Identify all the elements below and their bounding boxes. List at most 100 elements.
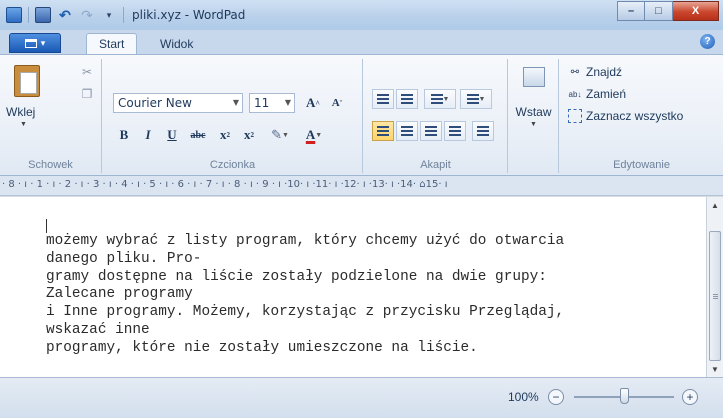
help-icon[interactable]: ?: [700, 34, 715, 49]
cut-icon[interactable]: ✂: [80, 65, 94, 79]
ribbon-tab-row: ▾ Start Widok ?: [0, 30, 723, 54]
text-caret: [46, 219, 47, 233]
justify-icon: [449, 126, 461, 136]
title-bar: ↶ ↷ ▾ pliki.xyz - WordPad – □ X: [0, 0, 723, 30]
paste-icon[interactable]: [14, 65, 40, 97]
chevron-down-icon: ▼: [281, 131, 289, 139]
highlight-color-button[interactable]: ✎ ▼: [265, 125, 295, 145]
strikethrough-button[interactable]: abc: [185, 125, 211, 145]
save-icon[interactable]: [35, 7, 51, 23]
select-all-icon: [568, 109, 582, 123]
wordpad-app-icon[interactable]: [6, 7, 22, 23]
decrease-indent-button[interactable]: [372, 89, 394, 109]
zoom-out-button[interactable]: −: [548, 389, 564, 405]
align-center-button[interactable]: [396, 121, 418, 141]
italic-button[interactable]: I: [139, 125, 157, 145]
vertical-scrollbar[interactable]: ▲ ▼: [706, 197, 723, 377]
shrink-font-button[interactable]: Aˇ: [327, 93, 347, 113]
replace-label: Zamień: [586, 87, 627, 101]
increase-indent-button[interactable]: [396, 89, 418, 109]
underline-button[interactable]: U: [163, 125, 181, 145]
chevron-down-icon: ▼: [232, 98, 239, 107]
document-line: gramy dostępne na liście zostały podziel…: [46, 268, 547, 285]
chevron-down-icon: ▼: [478, 95, 486, 103]
zoom-level-label: 100%: [508, 390, 539, 404]
clipboard-group: Wklej ▼ ✂ ❐ Schowek: [0, 59, 102, 173]
document-line: możemy wybrać z listy program, który chc…: [46, 233, 565, 249]
customize-toolbar-icon[interactable]: ▾: [101, 7, 117, 23]
redo-icon[interactable]: ↷: [79, 7, 95, 23]
document-line: Zalecane programy: [46, 286, 193, 303]
bullet-list-icon: [430, 94, 443, 104]
undo-icon[interactable]: ↶: [57, 7, 73, 23]
line-spacing-button[interactable]: ▼: [460, 89, 492, 109]
paragraph-icon: [477, 126, 489, 136]
grow-font-label: A: [305, 95, 316, 110]
grip-icon: [713, 294, 718, 300]
scroll-up-icon[interactable]: ▲: [707, 197, 723, 213]
align-right-button[interactable]: [420, 121, 442, 141]
copy-icon[interactable]: ❐: [80, 87, 94, 101]
paste-dropdown-icon[interactable]: ▼: [20, 121, 27, 128]
paste-button[interactable]: Wklej: [6, 105, 35, 119]
document-line: programy, które nie zostały umieszczone …: [46, 339, 478, 356]
document-line: i Inne programy. Możemy, korzystając z p…: [46, 304, 565, 321]
align-left-icon: [377, 126, 389, 136]
line-spacing-icon: [466, 94, 479, 104]
zoom-in-button[interactable]: +: [682, 389, 698, 405]
font-color-button[interactable]: A ▼: [299, 125, 329, 145]
chevron-down-icon: ▼: [315, 131, 323, 139]
window-title: pliki.xyz - WordPad: [132, 8, 246, 22]
document-text[interactable]: możemy wybrać z listy program, który chc…: [46, 233, 686, 358]
find-button[interactable]: ⚯ Znajdź: [568, 65, 622, 79]
font-size-select[interactable]: 11 ▼: [249, 93, 295, 113]
replace-button[interactable]: ab↓ Zamień: [568, 87, 626, 101]
chevron-down-icon[interactable]: ▼: [530, 121, 537, 128]
dropdown-arrow-icon: ▾: [40, 37, 46, 48]
paragraph-settings-button[interactable]: [472, 121, 494, 141]
align-center-icon: [401, 126, 413, 136]
paragraph-group: ▼ ▼ Akapit: [364, 59, 508, 173]
select-all-label: Zaznacz wszystko: [586, 109, 684, 123]
document-area[interactable]: możemy wybrać z listy program, który chc…: [0, 197, 706, 377]
select-all-button[interactable]: Zaznacz wszystko: [568, 109, 683, 123]
chevron-down-icon: ▼: [284, 98, 291, 107]
tab-view[interactable]: Widok: [148, 33, 205, 54]
application-menu-button[interactable]: ▾: [9, 33, 61, 53]
justify-button[interactable]: [444, 121, 466, 141]
replace-icon: ab↓: [568, 89, 582, 99]
insert-group: Wstaw ▼: [509, 59, 559, 173]
insert-button[interactable]: Wstaw: [509, 105, 558, 119]
bold-button[interactable]: B: [115, 125, 133, 145]
insert-icon[interactable]: [523, 67, 545, 87]
zoom-slider-knob[interactable]: [620, 388, 629, 404]
status-bar: 100% − +: [0, 377, 723, 418]
scroll-down-icon[interactable]: ▼: [707, 361, 723, 377]
toolbar-separator: [123, 7, 124, 23]
editing-group-label: Edytowanie: [613, 159, 670, 171]
clipboard-group-label: Schowek: [28, 159, 73, 171]
scrollbar-thumb[interactable]: [709, 231, 721, 361]
font-group-label: Czcionka: [209, 159, 256, 171]
editing-group: ⚯ Znajdź ab↓ Zamień Zaznacz wszystko Edy…: [560, 59, 723, 173]
shrink-font-label: A: [331, 97, 340, 109]
font-family-select[interactable]: Courier New ▼: [113, 93, 243, 113]
align-right-icon: [425, 126, 437, 136]
font-group: Courier New ▼ 11 ▼ A ^ Aˇ B I U abc x2 x2…: [103, 59, 363, 173]
tab-start[interactable]: Start: [86, 33, 138, 54]
subscript-button[interactable]: x2: [215, 125, 235, 145]
maximize-button[interactable]: □: [645, 1, 673, 21]
window-controls: – □ X: [617, 1, 719, 21]
close-button[interactable]: X: [673, 1, 719, 21]
menu-icon: [24, 38, 37, 48]
increase-indent-icon: [401, 94, 413, 104]
font-size-value: 11: [254, 96, 270, 110]
document-line: wskazać inne: [46, 321, 150, 338]
grow-font-button[interactable]: A ^: [303, 93, 323, 113]
bullet-list-button[interactable]: ▼: [424, 89, 456, 109]
align-left-button[interactable]: [372, 121, 394, 141]
ruler[interactable]: · 8 · ı · 1 · ı · 2 · ı · 3 · ı · 4 · ı …: [0, 176, 723, 196]
chevron-down-icon: ▼: [442, 95, 450, 103]
minimize-button[interactable]: –: [617, 1, 645, 21]
superscript-button[interactable]: x2: [239, 125, 259, 145]
